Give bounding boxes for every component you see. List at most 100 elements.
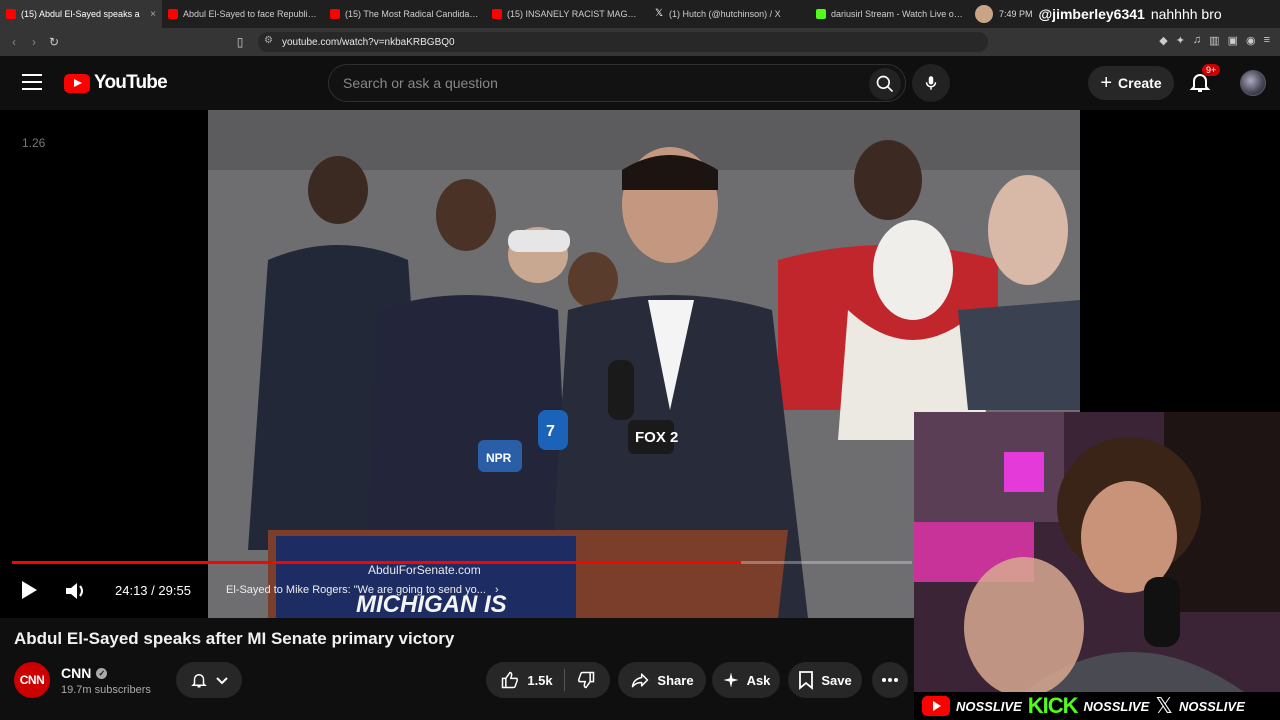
- channel-name[interactable]: CNN ✓: [61, 665, 108, 681]
- webcam-feed: [914, 412, 1280, 692]
- search-box: [328, 64, 906, 102]
- ask-label: Ask: [746, 672, 771, 688]
- more-actions-button[interactable]: [872, 662, 908, 698]
- save-label: Save: [821, 672, 852, 688]
- browser-tab-2[interactable]: Abdul El-Sayed to face Republican M: [162, 0, 324, 28]
- extension-icon[interactable]: ✦: [1176, 34, 1185, 47]
- browser-tab-3[interactable]: (15) The Most Radical Candidate in: [324, 0, 486, 28]
- search-icon: [876, 75, 894, 93]
- youtube-icon: [168, 9, 178, 19]
- chapter-title[interactable]: El-Sayed to Mike Rogers: "We are going t…: [226, 584, 499, 596]
- back-icon[interactable]: ‹: [4, 35, 24, 49]
- progress-fill: [12, 561, 741, 564]
- microphone-icon: [925, 76, 937, 90]
- youtube-icon: [330, 9, 340, 19]
- dislike-button[interactable]: [576, 670, 596, 690]
- browser-tab-6[interactable]: dariusirl Stream - Watch Live on K: [810, 0, 972, 28]
- sidebar-icon[interactable]: ▥: [1209, 34, 1219, 47]
- logo-text: YouTube: [94, 72, 168, 93]
- chevron-right-icon: ›: [494, 584, 499, 596]
- timecode: 24:13 / 29:55: [115, 583, 191, 598]
- current-time: 24:13: [115, 583, 148, 598]
- tab-label: (15) Abdul El-Sayed speaks a: [21, 9, 140, 19]
- chat-message: nahhhh bro: [1150, 6, 1222, 22]
- playback-speed-label: 1.26: [22, 136, 46, 150]
- divider: [563, 669, 565, 691]
- vpn-icon[interactable]: ◉: [1246, 34, 1256, 47]
- chapter-title-text: El-Sayed to Mike Rogers: "We are going t…: [226, 584, 486, 596]
- progress-bar[interactable]: [12, 561, 912, 564]
- like-count: 1.5k: [527, 672, 553, 688]
- stream-platform-bar: NOSSLIVE KICK NOSSLIVE 𝕏 NOSSLIVE: [914, 692, 1280, 720]
- address-bar[interactable]: ⚙ youtube.com/watch?v=nkbaKRBGBQ0: [258, 32, 988, 52]
- bell-icon: [190, 674, 207, 688]
- video-title: Abdul El-Sayed speaks after MI Senate pr…: [14, 629, 455, 648]
- extension-icon[interactable]: ◆: [1159, 34, 1167, 47]
- tab-label: Abdul El-Sayed to face Republican M: [183, 9, 318, 19]
- more-horizontal-icon: [882, 678, 898, 682]
- search-button[interactable]: [869, 68, 901, 100]
- x-icon: 𝕏: [1155, 693, 1174, 718]
- tab-label: (15) INSANELY RACIST MAGA Attac: [507, 9, 642, 19]
- notifications-subscription-button[interactable]: [176, 662, 242, 698]
- youtube-icon: [922, 696, 950, 716]
- mic-label: FOX 2: [635, 429, 678, 446]
- channel-name-text: CNN: [61, 665, 92, 681]
- plus-icon: +: [1100, 72, 1113, 94]
- create-label: Create: [1118, 75, 1162, 91]
- user-avatar[interactable]: [1240, 70, 1266, 96]
- verified-icon: ✓: [96, 667, 108, 679]
- create-button[interactable]: + Create: [1088, 66, 1174, 100]
- thumbs-down-icon: [577, 671, 594, 689]
- streamer-webcam: [914, 412, 1280, 692]
- forward-icon[interactable]: ›: [24, 35, 44, 49]
- stream-handle: NOSSLIVE: [1083, 698, 1150, 714]
- subscriber-count: 19.7m subscribers: [61, 684, 151, 696]
- reload-icon[interactable]: ↻: [44, 35, 64, 49]
- share-label: Share: [657, 672, 694, 688]
- stream-chat-overlay: 7:49 PM @jimberley6341 nahhhh bro: [975, 2, 1222, 26]
- channel-avatar[interactable]: CNN: [14, 662, 50, 698]
- tab-label: (15) The Most Radical Candidate in: [345, 9, 480, 19]
- thumbs-up-icon: [502, 671, 519, 689]
- browser-tab-5[interactable]: 𝕏 (1) Hutch (@hutchinson) / X: [648, 0, 810, 28]
- chat-time: 7:49 PM: [999, 9, 1033, 19]
- url-text: youtube.com/watch?v=nkbaKRBGBQ0: [282, 36, 455, 48]
- close-icon[interactable]: ×: [150, 9, 156, 20]
- play-icon: [22, 581, 37, 599]
- youtube-logo[interactable]: YouTube: [64, 72, 168, 94]
- tab-label: dariusirl Stream - Watch Live on K: [831, 9, 966, 19]
- play-button[interactable]: [20, 580, 38, 600]
- like-button[interactable]: 1.5k: [500, 670, 553, 690]
- extension-icons: ◆ ✦ ♫ ▥ ▣ ◉ ≡: [1159, 34, 1270, 47]
- duration: 29:55: [158, 583, 191, 598]
- menu-icon[interactable]: ≡: [1264, 34, 1270, 47]
- youtube-icon: [492, 9, 502, 19]
- save-button[interactable]: Save: [788, 662, 862, 698]
- ask-button[interactable]: Ask: [712, 662, 780, 698]
- browser-tab-1[interactable]: (15) Abdul El-Sayed speaks a ×: [0, 0, 162, 28]
- chat-user-avatar: [975, 5, 993, 23]
- voice-search-button[interactable]: [912, 64, 950, 102]
- wallet-icon[interactable]: ▣: [1228, 34, 1238, 47]
- stream-handle: NOSSLIVE: [1179, 698, 1245, 714]
- bookmark-icon: [799, 671, 814, 690]
- youtube-header: YouTube + Create 9+: [0, 56, 1280, 110]
- kick-logo: KICK: [1027, 693, 1079, 718]
- volume-button[interactable]: [64, 580, 88, 602]
- browser-tab-4[interactable]: (15) INSANELY RACIST MAGA Attac: [486, 0, 648, 28]
- kick-icon: [816, 9, 826, 19]
- youtube-icon: [64, 73, 90, 93]
- channel-initials: CNN: [19, 673, 45, 687]
- search-input[interactable]: [343, 73, 823, 93]
- browser-toolbar: ‹ › ↻ ▯ ⚙ youtube.com/watch?v=nkbaKRBGBQ…: [0, 28, 1280, 56]
- site-info-icon[interactable]: ⚙: [264, 35, 273, 46]
- hamburger-menu-icon[interactable]: [22, 74, 42, 90]
- stream-handle: NOSSLIVE: [956, 698, 1022, 714]
- music-icon[interactable]: ♫: [1193, 34, 1201, 47]
- bookmark-icon[interactable]: ▯: [230, 35, 250, 49]
- chevron-down-icon: [215, 677, 228, 685]
- sparkle-icon: [723, 672, 739, 688]
- share-button[interactable]: Share: [618, 662, 706, 698]
- notifications-button[interactable]: 9+: [1188, 64, 1221, 96]
